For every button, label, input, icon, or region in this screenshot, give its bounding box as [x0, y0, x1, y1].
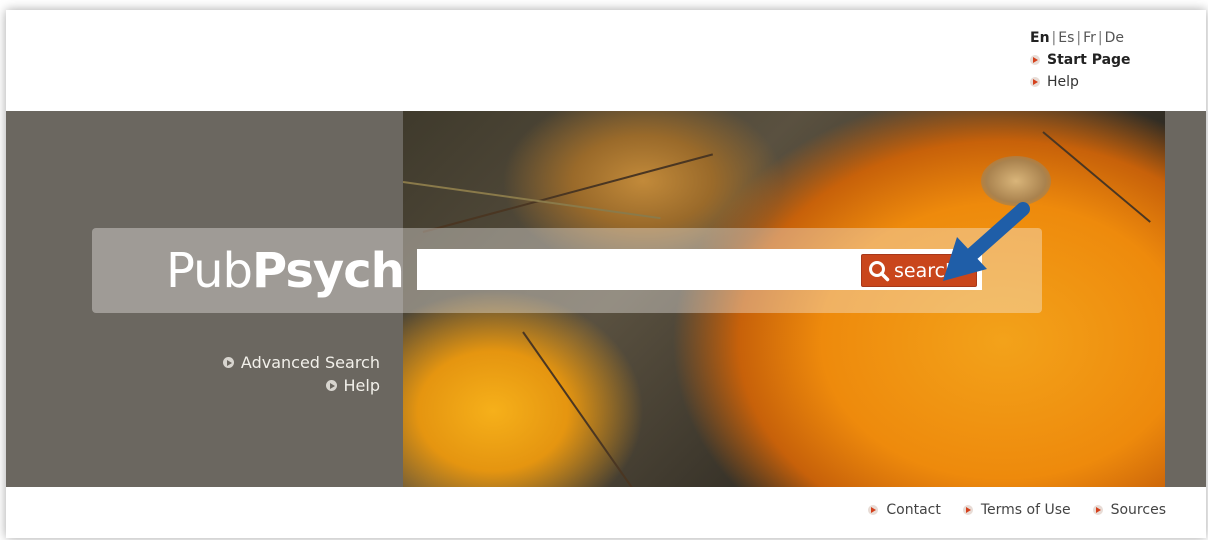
lang-de[interactable]: De	[1105, 30, 1124, 46]
hero-banner: PubPsych search Advanced Search Help	[6, 111, 1206, 487]
sources-label: Sources	[1110, 502, 1166, 518]
arrow-right-icon	[1030, 77, 1040, 87]
terms-label: Terms of Use	[980, 502, 1071, 518]
arrow-right-icon	[1092, 505, 1103, 515]
start-page-link[interactable]: Start Page	[1030, 49, 1131, 71]
language-switcher: En | Es | Fr | De	[1030, 27, 1131, 49]
photo-detail	[422, 153, 714, 233]
photo-detail	[1042, 131, 1151, 223]
advanced-search-link[interactable]: Advanced Search	[222, 351, 380, 374]
pointer-arrow-icon	[943, 202, 1030, 281]
logo-psych: Psych	[252, 243, 405, 299]
lang-fr[interactable]: Fr	[1083, 30, 1096, 46]
arrow-right-icon	[325, 380, 337, 391]
side-links: Advanced Search Help	[222, 351, 380, 397]
header-help-label: Help	[1047, 74, 1079, 90]
lang-en[interactable]: En	[1030, 30, 1050, 46]
contact-link[interactable]: Contact	[868, 502, 941, 518]
lang-separator: |	[1076, 30, 1082, 46]
lang-separator: |	[1051, 30, 1057, 46]
lang-separator: |	[1097, 30, 1103, 46]
lang-es[interactable]: Es	[1058, 30, 1074, 46]
logo-pub: Pub	[166, 243, 253, 299]
side-help-label: Help	[343, 376, 380, 395]
pubpsych-logo: PubPsych	[166, 243, 405, 299]
footer-links: Contact Terms of Use Sources	[868, 502, 1166, 518]
side-help-link[interactable]: Help	[223, 374, 380, 397]
magnifier-icon	[869, 260, 890, 281]
contact-label: Contact	[886, 502, 941, 518]
arrow-right-icon	[222, 357, 234, 368]
advanced-search-label: Advanced Search	[240, 353, 380, 372]
arrow-right-icon	[962, 505, 973, 515]
photo-detail	[403, 181, 661, 220]
arrow-right-icon	[1030, 55, 1040, 65]
page-frame: En | Es | Fr | De Start Page Help PubPsych	[6, 10, 1206, 538]
photo-detail	[522, 331, 651, 487]
header-links: En | Es | Fr | De Start Page Help	[1030, 27, 1131, 93]
start-page-label: Start Page	[1047, 52, 1131, 68]
arrow-right-icon	[868, 505, 879, 515]
header-help-link[interactable]: Help	[1030, 71, 1131, 93]
sources-link[interactable]: Sources	[1092, 502, 1166, 518]
terms-link[interactable]: Terms of Use	[962, 502, 1071, 518]
